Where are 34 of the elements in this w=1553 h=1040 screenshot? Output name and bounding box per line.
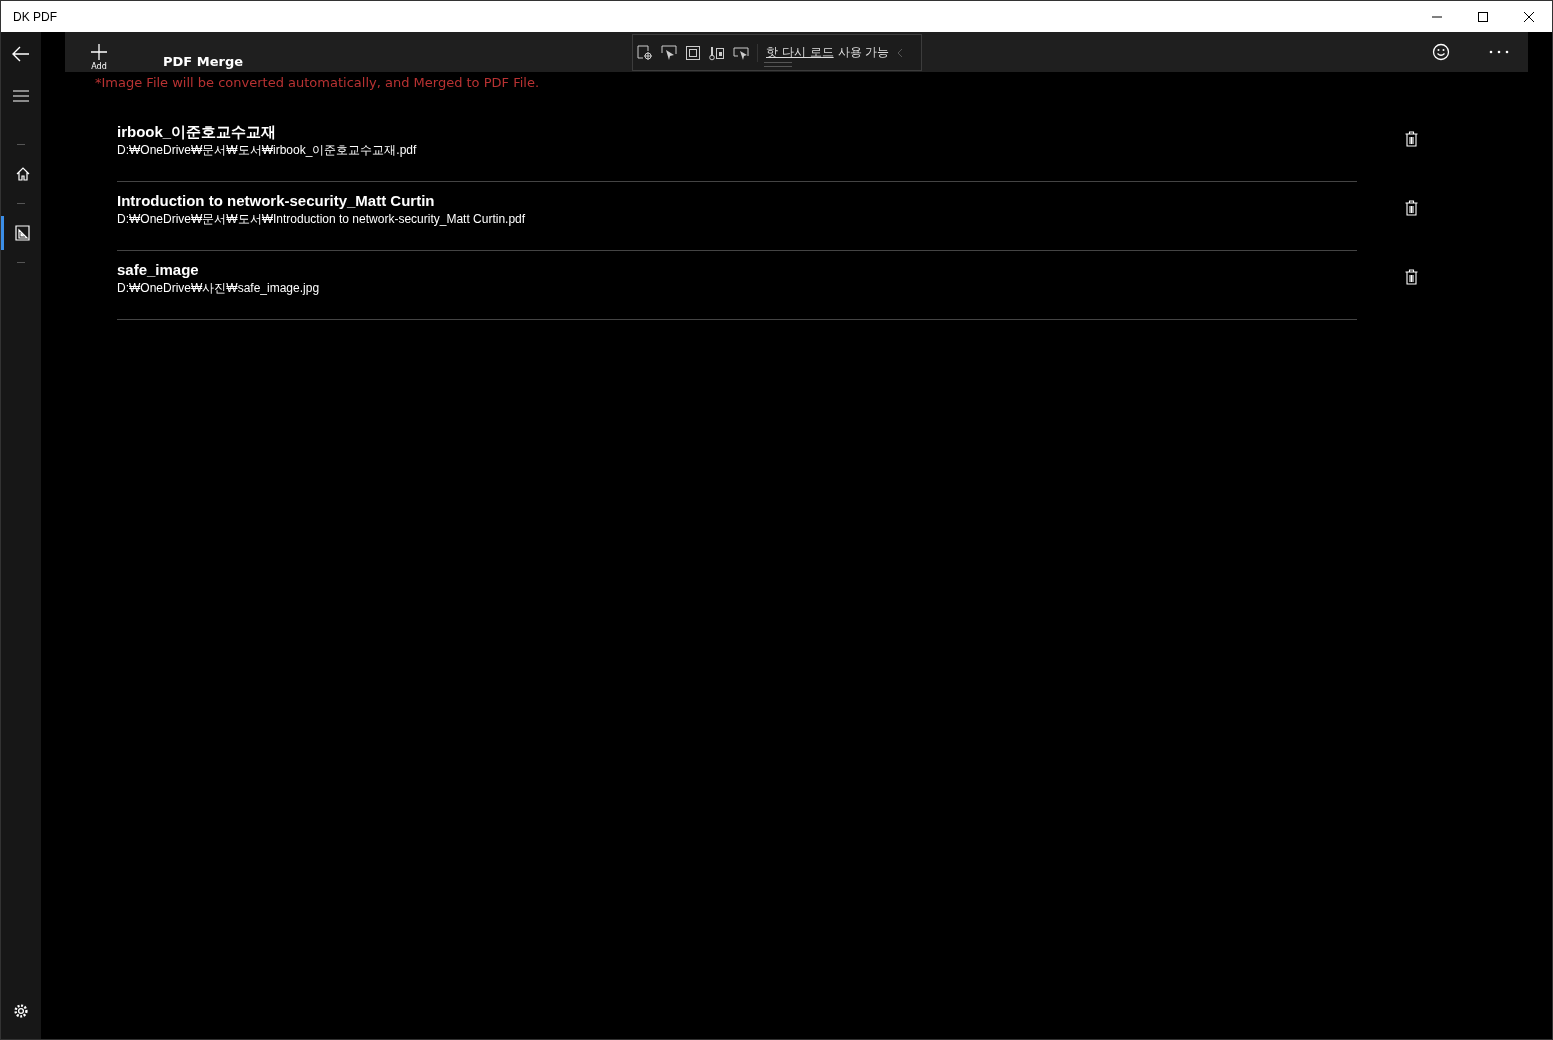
trash-icon [1405, 269, 1418, 285]
file-path: D:₩OneDrive₩문서₩도서₩irbook_이준호교수교재.pdf [117, 142, 417, 158]
plus-icon [91, 44, 107, 60]
screen-cursor-icon[interactable] [733, 44, 749, 61]
ruler-triangle-icon [14, 225, 31, 241]
file-path: D:₩OneDrive₩문서₩도서₩Introduction to network-security_Matt Curtin.pdf [117, 211, 526, 227]
hot-reload-status: 사용 가능 [837, 44, 890, 61]
trash-icon [1405, 200, 1418, 216]
target-icon[interactable] [637, 44, 653, 61]
file-name: irbook_이준호교수교재 [117, 122, 278, 142]
add-button[interactable]: Add [65, 32, 133, 72]
delete-button[interactable] [1405, 131, 1418, 147]
close-icon [1523, 10, 1535, 23]
back-arrow-icon [12, 46, 30, 62]
drag-handle[interactable] [764, 62, 792, 67]
page-title: PDF Merge [163, 54, 243, 69]
file-path: D:₩OneDrive₩사진₩safe_image.jpg [117, 280, 320, 296]
delete-button[interactable] [1405, 200, 1418, 216]
file-name: Introduction to network-security_Matt Curtin [117, 191, 436, 211]
file-name: safe_image [117, 260, 200, 280]
cursor-icon[interactable] [661, 44, 677, 61]
thermometer-icon[interactable] [709, 44, 725, 61]
frame-icon[interactable] [685, 44, 701, 61]
more-icon [1489, 50, 1509, 54]
settings-icon [13, 1003, 29, 1019]
menu-icon [13, 90, 29, 102]
window-title: DK PDF [12, 9, 57, 24]
maximize-icon [1477, 10, 1489, 23]
home-icon [14, 166, 31, 182]
hot-reload-link[interactable]: 핫 다시 로드 [766, 44, 834, 61]
trash-icon [1405, 131, 1418, 147]
delete-button[interactable] [1405, 269, 1418, 285]
smiley-icon [1432, 43, 1450, 61]
info-note: *Image File will be converted automatically, and Merged to PDF File. [95, 75, 541, 90]
